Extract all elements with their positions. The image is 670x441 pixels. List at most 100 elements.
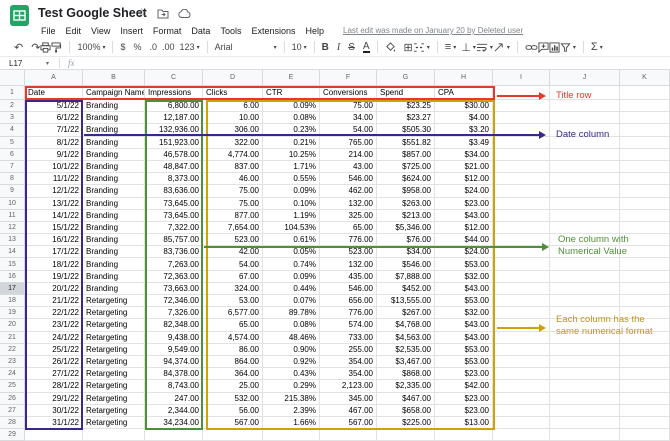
cell-B22[interactable]: Retargeting [83, 344, 145, 356]
cell-C7[interactable]: 48,847.00 [145, 161, 203, 173]
cell-G23[interactable]: $3,467.00 [377, 356, 435, 368]
cell-K6[interactable] [620, 149, 670, 161]
cell-I18[interactable] [493, 295, 550, 307]
cell-J18[interactable] [550, 295, 620, 307]
column-header-H[interactable]: H [435, 70, 493, 86]
cell-I15[interactable] [493, 258, 550, 270]
cell-B24[interactable]: Retargeting [83, 368, 145, 380]
cell-I26[interactable] [493, 393, 550, 405]
cell-F14[interactable]: 523.00 [320, 246, 377, 258]
cell-D23[interactable]: 864.00 [203, 356, 263, 368]
row-header-22[interactable]: 22 [0, 344, 25, 356]
functions-button[interactable]: Σ▾ [591, 41, 603, 53]
cell-H3[interactable]: $4.00 [435, 112, 493, 124]
cell-I27[interactable] [493, 405, 550, 417]
cell-H5[interactable]: $3.49 [435, 137, 493, 149]
cell-F13[interactable]: 776.00 [320, 234, 377, 246]
cell-D14[interactable]: 42.00 [203, 246, 263, 258]
row-header-3[interactable]: 3 [0, 112, 25, 124]
cell-K15[interactable] [620, 258, 670, 270]
cell-E23[interactable]: 0.92% [263, 356, 320, 368]
cell-E8[interactable]: 0.55% [263, 173, 320, 185]
cell-K29[interactable] [620, 429, 670, 441]
cell-K21[interactable] [620, 332, 670, 344]
cell-I7[interactable] [493, 161, 550, 173]
cell-I5[interactable] [493, 137, 550, 149]
cell-C20[interactable]: 82,348.00 [145, 319, 203, 331]
cell-A24[interactable]: 27/1/22 [25, 368, 83, 380]
cell-C19[interactable]: 7,326.00 [145, 307, 203, 319]
cell-B23[interactable]: Retargeting [83, 356, 145, 368]
cell-A17[interactable]: 20/1/22 [25, 283, 83, 295]
column-header-G[interactable]: G [377, 70, 435, 86]
cell-E27[interactable]: 2.39% [263, 405, 320, 417]
cell-A8[interactable]: 11/1/22 [25, 173, 83, 185]
cell-D22[interactable]: 86.00 [203, 344, 263, 356]
cell-J9[interactable] [550, 185, 620, 197]
cell-G14[interactable]: $34.00 [377, 246, 435, 258]
cell-I13[interactable] [493, 234, 550, 246]
cell-I19[interactable] [493, 307, 550, 319]
cell-A5[interactable]: 8/1/22 [25, 137, 83, 149]
cell-D5[interactable]: 322.00 [203, 137, 263, 149]
cell-F17[interactable]: 546.00 [320, 283, 377, 295]
cell-B16[interactable]: Branding [83, 271, 145, 283]
menu-item-tools[interactable]: Tools [215, 26, 246, 36]
row-header-28[interactable]: 28 [0, 417, 25, 429]
cell-I23[interactable] [493, 356, 550, 368]
cell-B11[interactable]: Branding [83, 210, 145, 222]
cell-B28[interactable]: Retargeting [83, 417, 145, 429]
cell-A23[interactable]: 26/1/22 [25, 356, 83, 368]
cell-G9[interactable]: $958.00 [377, 185, 435, 197]
cell-D6[interactable]: 4,774.00 [203, 149, 263, 161]
menu-item-format[interactable]: Format [148, 26, 187, 36]
cell-F22[interactable]: 255.00 [320, 344, 377, 356]
print-icon[interactable] [40, 42, 51, 53]
cell-J17[interactable] [550, 283, 620, 295]
column-header-I[interactable]: I [493, 70, 550, 86]
strikethrough-button[interactable]: S [348, 42, 355, 53]
cell-I14[interactable] [493, 246, 550, 258]
cell-A26[interactable]: 29/1/22 [25, 393, 83, 405]
cell-B7[interactable]: Branding [83, 161, 145, 173]
cell-C13[interactable]: 85,757.00 [145, 234, 203, 246]
cell-G5[interactable]: $551.82 [377, 137, 435, 149]
cell-C3[interactable]: 12,187.00 [145, 112, 203, 124]
cell-I12[interactable] [493, 222, 550, 234]
row-header-15[interactable]: 15 [0, 258, 25, 270]
cell-H23[interactable]: $53.00 [435, 356, 493, 368]
cell-E14[interactable]: 0.05% [263, 246, 320, 258]
cell-B18[interactable]: Retargeting [83, 295, 145, 307]
cell-D20[interactable]: 65.00 [203, 319, 263, 331]
cell-G2[interactable]: $23.25 [377, 100, 435, 112]
cell-K19[interactable] [620, 307, 670, 319]
cell-I17[interactable] [493, 283, 550, 295]
cell-D17[interactable]: 324.00 [203, 283, 263, 295]
cell-D11[interactable]: 877.00 [203, 210, 263, 222]
cell-A27[interactable]: 30/1/22 [25, 405, 83, 417]
cell-H17[interactable]: $43.00 [435, 283, 493, 295]
chevron-down-icon[interactable]: ▾ [46, 60, 49, 67]
cell-B10[interactable]: Branding [83, 198, 145, 210]
cell-G4[interactable]: $505.30 [377, 124, 435, 136]
cell-F29[interactable] [320, 429, 377, 441]
cell-E13[interactable]: 0.61% [263, 234, 320, 246]
fill-color-icon[interactable] [385, 42, 396, 53]
row-header-18[interactable]: 18 [0, 295, 25, 307]
row-header-23[interactable]: 23 [0, 356, 25, 368]
cell-C1[interactable]: Impressions [145, 86, 203, 100]
cell-I9[interactable] [493, 185, 550, 197]
menu-item-edit[interactable]: Edit [61, 26, 87, 36]
cell-H29[interactable] [435, 429, 493, 441]
column-header-A[interactable]: A [25, 70, 83, 86]
cell-F23[interactable]: 354.00 [320, 356, 377, 368]
cell-A16[interactable]: 19/1/22 [25, 271, 83, 283]
cell-C16[interactable]: 72,363.00 [145, 271, 203, 283]
cell-E4[interactable]: 0.23% [263, 124, 320, 136]
cell-J29[interactable] [550, 429, 620, 441]
cell-E2[interactable]: 0.09% [263, 100, 320, 112]
column-header-E[interactable]: E [263, 70, 320, 86]
cell-G8[interactable]: $624.00 [377, 173, 435, 185]
cell-D18[interactable]: 53.00 [203, 295, 263, 307]
cell-C23[interactable]: 94,374.00 [145, 356, 203, 368]
